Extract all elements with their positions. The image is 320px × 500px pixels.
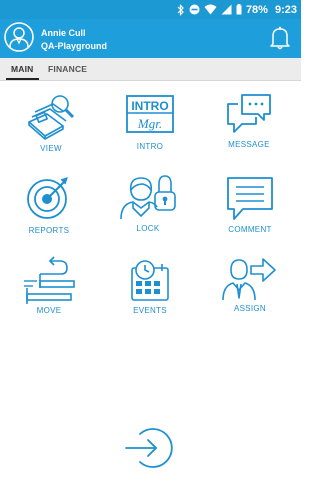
user-avatar-icon[interactable] [4, 22, 34, 52]
user-name: Annie Cull [41, 28, 86, 38]
move-tile[interactable]: MOVE [9, 254, 89, 315]
assign-tile[interactable]: ASSIGN [210, 254, 290, 313]
comment-tile[interactable]: COMMENT [210, 175, 290, 234]
view-label: VIEW [40, 144, 62, 153]
signal-icon [221, 4, 232, 15]
assign-label: ASSIGN [233, 304, 267, 313]
tab-finance[interactable]: FINANCE [48, 58, 87, 80]
target-icon [27, 177, 68, 219]
reports-label: REPORTS [28, 226, 70, 235]
intro-label: INTRO [136, 142, 164, 151]
events-label: EVENTS [133, 306, 167, 315]
events-calendar-icon [131, 260, 169, 301]
user-lock-icon [120, 175, 176, 220]
battery-percent: 78% [245, 3, 268, 16]
status-bar: 78% 9:23 [0, 0, 301, 19]
comment-icon [227, 177, 273, 220]
clock: 9:23 [274, 3, 297, 16]
assign-user-icon [222, 258, 276, 301]
bluetooth-icon [177, 3, 184, 16]
events-tile[interactable]: EVENTS [110, 258, 190, 315]
lock-label: LOCK [136, 224, 160, 233]
status-icons: 78% 9:23 [177, 1, 297, 18]
intro-manager-icon: INTRO Mgr. [126, 95, 174, 133]
notification-bell-icon[interactable] [269, 26, 291, 50]
intro-icon-line2: Mgr. [137, 116, 162, 131]
battery-icon [236, 4, 242, 15]
comment-label: COMMENT [228, 225, 272, 234]
tab-main[interactable]: MAIN [6, 58, 39, 80]
do-not-disturb-icon [189, 4, 200, 15]
user-organization: QA-Playground [41, 41, 108, 51]
move-label: MOVE [36, 306, 62, 315]
intro-icon-line1: INTRO [131, 99, 168, 113]
app-header: Annie Cull QA-Playground [0, 19, 301, 58]
message-tile[interactable]: MESSAGE [209, 92, 289, 149]
wifi-icon [204, 4, 217, 15]
tab-bar: MAIN FINANCE [0, 58, 301, 81]
reports-tile[interactable]: REPORTS [9, 176, 89, 235]
lock-tile[interactable]: LOCK [108, 172, 188, 233]
logout-arrow-icon[interactable] [124, 426, 174, 470]
view-icon [28, 95, 75, 140]
move-icon [24, 256, 75, 304]
message-icon [227, 94, 271, 133]
view-tile[interactable]: VIEW [11, 92, 91, 153]
message-label: MESSAGE [228, 140, 270, 149]
intro-tile[interactable]: INTRO Mgr. INTRO [110, 94, 190, 151]
